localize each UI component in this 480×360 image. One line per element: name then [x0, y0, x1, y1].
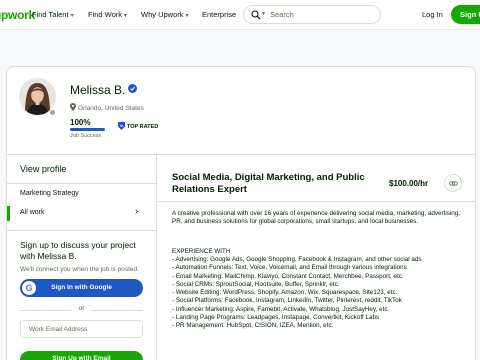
google-signin-label: Sign In with Google — [51, 284, 112, 291]
status-dot — [49, 109, 56, 116]
nav-why-upwork[interactable]: Why Upwork ▾ — [141, 10, 189, 19]
top-rated-label: TOP RATED — [127, 124, 159, 130]
sidebar-item-all-work[interactable]: All work — [20, 209, 45, 216]
divider — [7, 230, 157, 231]
job-success-bar — [70, 128, 105, 131]
link-icon — [449, 181, 458, 186]
location-pin-icon — [70, 103, 76, 111]
nav-find-talent[interactable]: Find Talent ▾ — [32, 10, 74, 19]
job-detail: Social Media, Digital Marketing, and Pub… — [157, 155, 475, 360]
chevron-right-icon[interactable]: › — [135, 206, 138, 217]
top-nav: upwork Find Talent▾ Find Work▾ Why Upwor… — [0, 0, 480, 30]
nav-label: Find Talent — [32, 10, 69, 19]
login-link[interactable]: Log In — [422, 10, 443, 19]
job-title: Social Media, Digital Marketing, and Pub… — [172, 172, 365, 195]
signup-cta-subtitle: We'll connect you when the job is posted… — [20, 266, 139, 273]
search-input[interactable]: ▾ Search — [243, 5, 381, 24]
list-item: - Advertising: Google Ads, Google Shoppi… — [172, 256, 422, 263]
signup-button[interactable]: Sign Up — [451, 5, 480, 24]
search-placeholder: Search — [270, 10, 294, 19]
google-signin-button[interactable]: G Sign In with Google — [20, 279, 143, 297]
top-rated-badge: TOP RATED — [118, 122, 158, 130]
experience-list: - Advertising: Google Ads, Google Shoppi… — [172, 256, 467, 331]
nav-label: Enterprise — [202, 10, 237, 19]
sidebar-item-marketing-strategy[interactable]: Marketing Strategy — [20, 190, 79, 197]
profile-header: Melissa B. Orlando, United States 100% J… — [7, 67, 475, 155]
left-column: View profile Marketing Strategy All work… — [7, 155, 157, 360]
divider — [7, 183, 157, 184]
profile-name: Melissa B. — [70, 83, 126, 97]
list-item: - Landing Page Programs: Leadpages, Inst… — [172, 314, 380, 322]
chevron-down-icon[interactable]: ▾ — [262, 10, 265, 17]
list-item: - Social CRMs: SproutSocial, Hootsuite, … — [172, 280, 340, 288]
profile-location: Orlando, United States — [70, 103, 144, 112]
job-success-label: Job Success — [70, 133, 102, 139]
active-indicator — [7, 206, 10, 221]
divider — [91, 310, 143, 311]
job-success-value: 100% — [70, 118, 91, 127]
hourly-rate: $100.00/hr — [389, 179, 429, 188]
chevron-down-icon: ▾ — [70, 13, 74, 19]
profile-card: Melissa B. Orlando, United States 100% J… — [6, 66, 476, 360]
email-field[interactable]: Work Email Address — [20, 320, 143, 338]
experience-heading: EXPERIENCE WITH — [172, 248, 231, 255]
upwork-logo[interactable]: upwork — [0, 8, 35, 22]
list-item: - Email Marketing: MailChimp, Klaviyo, C… — [172, 272, 404, 280]
top-rated-shield-icon — [118, 122, 125, 130]
list-item: - Automation Funnels: Text, Voice, Voice… — [172, 264, 407, 272]
divider — [157, 201, 475, 202]
search-icon — [251, 10, 261, 20]
email-signup-button[interactable]: Sign Up with Email — [20, 351, 143, 360]
nav-enterprise[interactable]: Enterprise — [202, 10, 236, 19]
nav-label: Find Work — [88, 10, 123, 19]
or-separator: or — [20, 305, 143, 315]
chevron-down-icon: ▾ — [185, 13, 189, 19]
list-item: - Website Editing: WordPress, Shopify, A… — [172, 289, 398, 297]
nav-label: Why Upwork — [141, 10, 184, 19]
location-text: Orlando, United States — [78, 105, 144, 112]
list-item: - PR Management: HubSpot, CISION, IZEA, … — [172, 322, 334, 330]
view-profile-heading: View profile — [20, 164, 67, 174]
chevron-down-icon: ▾ — [124, 13, 128, 19]
copy-link-button[interactable] — [444, 174, 462, 192]
list-item: - Influencer Marketing: Aspire, Famebit,… — [172, 305, 390, 313]
job-description: A creative professional with over 16 yea… — [172, 210, 461, 226]
verified-icon — [128, 84, 137, 93]
nav-find-work[interactable]: Find Work ▾ — [88, 10, 127, 19]
list-item: - Social Platforms: Facebook, Instagram,… — [172, 297, 402, 305]
signup-cta-title: Sign up to discuss your project with Mel… — [20, 240, 136, 261]
